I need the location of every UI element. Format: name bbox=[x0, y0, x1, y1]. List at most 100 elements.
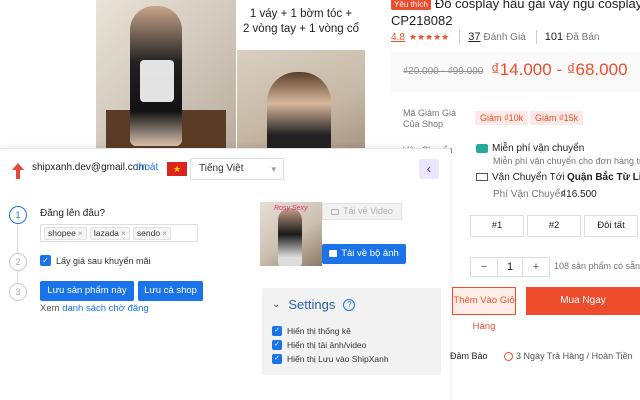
divider bbox=[459, 30, 461, 44]
download-video-label: Tải về Video bbox=[343, 206, 393, 216]
product-title-line-2: CP218082 bbox=[391, 12, 453, 28]
voucher-label: Mã Giảm Giá Của Shop bbox=[403, 108, 457, 129]
image-model-2 bbox=[267, 72, 331, 148]
truck-icon bbox=[476, 173, 488, 182]
chip-label: lazada bbox=[93, 227, 119, 238]
save-product-button[interactable]: Lưu sản phẩm này bbox=[40, 281, 134, 301]
collapse-panel-button[interactable]: ‹ bbox=[419, 159, 439, 179]
download-album-button[interactable]: Tải về bộ ảnh bbox=[322, 244, 406, 264]
option-socks-button[interactable]: Đôi tất bbox=[584, 215, 638, 237]
rating-value[interactable]: 4.8 bbox=[391, 32, 405, 43]
ship-fee-row: Phí Vận Chuyển ₫16.500 bbox=[493, 189, 597, 200]
remove-icon[interactable]: × bbox=[78, 228, 83, 238]
language-value: Tiếng Việt bbox=[199, 163, 244, 174]
pending-list-line: Xem danh sách chờ đăng bbox=[40, 303, 149, 314]
vietnam-flag-icon: ★ bbox=[167, 162, 187, 176]
ship-to-row: Vận Chuyển Tới Quận Bắc Từ Liêm bbox=[476, 172, 640, 183]
voucher-15k[interactable]: Giảm ₫15k bbox=[530, 111, 584, 125]
freeship-text: Miễn phí vận chuyển bbox=[492, 143, 585, 154]
product-secondary-image[interactable] bbox=[237, 50, 365, 148]
product-thumbnail: Rosy Sexy bbox=[260, 202, 322, 266]
promo-price-option[interactable]: ✓ Lấy giá sau khuyến mãi bbox=[40, 255, 151, 266]
ship-to-destination[interactable]: Quận Bắc Từ Liêm bbox=[567, 172, 640, 183]
add-to-cart-button[interactable]: Thêm Vào Giỏ Hàng bbox=[452, 287, 516, 332]
setting-show-stats[interactable]: ✓ Hiển thị thống kê bbox=[272, 326, 351, 336]
setting-checkbox[interactable]: ✓ bbox=[272, 326, 282, 336]
caption-line-1: 1 váy + 1 bờm tóc + bbox=[249, 8, 353, 20]
ship-fee-value[interactable]: ₫16.500 bbox=[561, 189, 597, 200]
logout-link[interactable]: thoát bbox=[136, 162, 158, 173]
help-icon[interactable]: ? bbox=[343, 298, 356, 311]
voucher-10k[interactable]: Giảm ₫10k bbox=[475, 111, 529, 125]
step-2-badge: 2 bbox=[9, 253, 27, 271]
image-apron bbox=[140, 60, 174, 102]
rating-row: 4.8 ★★★★★ 37 Đánh Giá 101 Đã Bán bbox=[391, 30, 609, 44]
reviews-label: Đánh Giá bbox=[483, 31, 526, 43]
platform-chip-shopee[interactable]: shopee × bbox=[44, 226, 87, 240]
thumbnail-overlay-text: Rosy Sexy bbox=[274, 205, 308, 212]
product-title-line-1: Đồ cosplay hầu gái váy ngủ cosplay bbox=[434, 0, 640, 11]
platform-chip-lazada[interactable]: lazada × bbox=[89, 226, 130, 240]
shipxanh-logo-icon bbox=[12, 163, 24, 179]
promo-price-label: Lấy giá sau khuyến mãi bbox=[56, 255, 151, 266]
option-1-button[interactable]: #1 bbox=[470, 215, 524, 237]
setting-label: Hiển thị thống kê bbox=[287, 326, 351, 336]
option-2-button[interactable]: #2 bbox=[527, 215, 581, 237]
guarantee-row: Đảm Bảo 3 Ngày Trả Hàng / Hoàn Tiền bbox=[450, 351, 633, 362]
returns-policy: 3 Ngày Trả Hàng / Hoàn Tiền bbox=[504, 351, 633, 362]
setting-checkbox[interactable]: ✓ bbox=[272, 354, 282, 364]
chevron-down-icon: ▾ bbox=[271, 164, 276, 174]
setting-label: Hiển thị Lưu vào ShipXanh bbox=[287, 354, 389, 364]
stock-text: 108 sản phẩm có sẵn bbox=[554, 261, 640, 271]
freeship-subtitle: Miễn phí vận chuyển cho đơn hàng trên bbox=[493, 156, 640, 166]
setting-checkbox[interactable]: ✓ bbox=[272, 340, 282, 350]
settings-section: ⌄ Settings ? ✓ Hiển thị thống kê ✓ Hiển … bbox=[262, 288, 441, 375]
remove-icon[interactable]: × bbox=[162, 228, 167, 238]
guarantee-label: Đảm Bảo bbox=[450, 351, 488, 361]
settings-title: Settings bbox=[288, 297, 336, 312]
reviews-count[interactable]: 37 bbox=[468, 31, 480, 43]
price-sale: ₫14.000 - ₫68.000 bbox=[491, 60, 628, 79]
qty-decrease-button[interactable]: − bbox=[471, 258, 497, 276]
ship-fee-label: Phí Vận Chuyển bbox=[493, 189, 566, 200]
product-main-image[interactable] bbox=[96, 0, 236, 148]
qty-increase-button[interactable]: + bbox=[523, 258, 549, 276]
thumbnail-model bbox=[278, 208, 302, 266]
view-prefix: Xem bbox=[40, 303, 60, 314]
chip-label: shopee bbox=[48, 227, 76, 238]
caption-line-2: 2 vòng tay + 1 vòng cổ bbox=[242, 23, 360, 35]
step-1-label: Đăng lên đâu? bbox=[40, 208, 106, 219]
divider bbox=[535, 30, 537, 44]
product-title: Yêu thích Đồ cosplay hầu gái váy ngủ cosp… bbox=[391, 0, 640, 29]
quantity-stepper: − 1 + bbox=[470, 257, 550, 277]
account-email: shipxanh.dev@gmail.com bbox=[32, 162, 147, 173]
qty-input[interactable]: 1 bbox=[497, 258, 523, 276]
settings-header[interactable]: ⌄ Settings ? bbox=[272, 297, 356, 312]
price-original: ₫20.000 - ₫99.000 bbox=[403, 66, 484, 77]
video-icon bbox=[331, 208, 340, 215]
image-icon bbox=[329, 249, 338, 257]
image-caption: 1 váy + 1 bờm tóc + 2 vòng tay + 1 vòng … bbox=[237, 0, 365, 48]
language-select[interactable]: Tiếng Việt ▾ bbox=[190, 158, 284, 180]
step-1-badge: 1 bbox=[9, 206, 27, 224]
returns-text: 3 Ngày Trả Hàng / Hoàn Tiền bbox=[516, 351, 633, 361]
remove-icon[interactable]: × bbox=[121, 228, 126, 238]
step-3-badge: 3 bbox=[9, 283, 27, 301]
download-album-label: Tải về bộ ảnh bbox=[341, 248, 399, 259]
platform-chip-sendo[interactable]: sendo × bbox=[132, 226, 172, 240]
save-shop-button[interactable]: Lưu cả shop bbox=[138, 281, 203, 301]
chevron-down-icon[interactable]: ⌄ bbox=[272, 299, 280, 310]
rating-stars-icon: ★★★★★ bbox=[408, 31, 450, 42]
freeship-title: Miễn phí vận chuyển bbox=[476, 143, 584, 154]
promo-price-checkbox[interactable]: ✓ bbox=[40, 255, 51, 266]
pending-list-link[interactable]: danh sách chờ đăng bbox=[62, 303, 149, 314]
sold-label: Đã Bán bbox=[566, 31, 600, 43]
ship-to-label: Vận Chuyển Tới bbox=[492, 172, 565, 183]
platform-select[interactable]: shopee × lazada × sendo × bbox=[40, 224, 198, 242]
download-video-button: Tải về Video bbox=[322, 203, 402, 220]
buy-now-button[interactable]: Mua Ngay bbox=[526, 287, 640, 315]
setting-label: Hiển thị tải ảnh/video bbox=[287, 340, 367, 350]
setting-show-download[interactable]: ✓ Hiển thị tải ảnh/video bbox=[272, 340, 366, 350]
favorite-tag: Yêu thích bbox=[391, 0, 431, 10]
setting-show-save[interactable]: ✓ Hiển thị Lưu vào ShipXanh bbox=[272, 354, 389, 364]
